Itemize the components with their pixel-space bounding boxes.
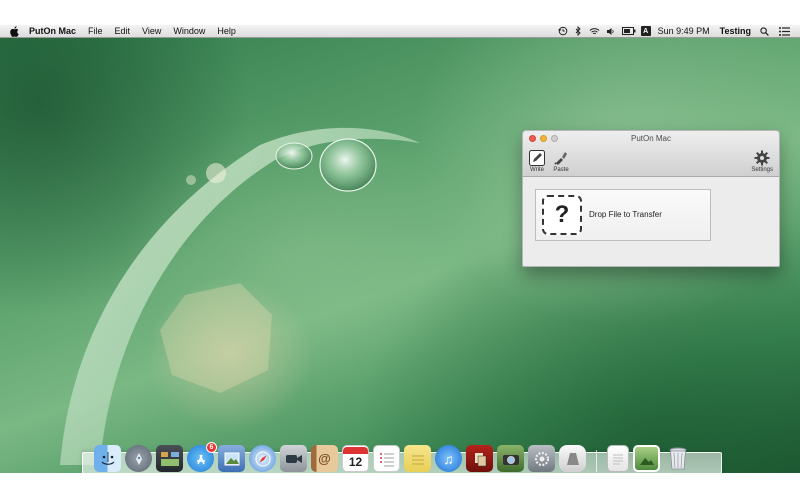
- puton-mac-icon[interactable]: [559, 445, 586, 477]
- contacts-icon[interactable]: @: [311, 445, 338, 472]
- dock: 6 @ 12 ♫: [82, 438, 722, 477]
- bottom-border: [0, 473, 800, 500]
- time-machine-icon[interactable]: [557, 25, 569, 38]
- volume-icon[interactable]: [605, 25, 617, 38]
- spotlight-search-icon[interactable]: [758, 25, 770, 38]
- notes-icon[interactable]: [404, 445, 431, 472]
- puton-mac-window: PutOn Mac Write Paste Settings ? Drop Fi…: [522, 130, 780, 267]
- menu-bar: PutOn Mac File Edit View Window Help A S…: [0, 0, 800, 38]
- downloads-stack-icon[interactable]: [633, 445, 660, 472]
- input-source-icon[interactable]: A: [640, 26, 651, 36]
- menu-view[interactable]: View: [136, 25, 167, 38]
- menu-file[interactable]: File: [82, 25, 109, 38]
- itunes-icon[interactable]: ♫: [435, 445, 462, 472]
- preview-icon[interactable]: [218, 445, 245, 472]
- iphoto-icon[interactable]: [497, 445, 524, 472]
- safari-icon[interactable]: [249, 445, 276, 472]
- facetime-icon[interactable]: [280, 445, 307, 472]
- app-store-icon[interactable]: 6: [187, 442, 217, 477]
- menu-edit[interactable]: Edit: [109, 25, 137, 38]
- drop-zone-label: Drop File to Transfer: [589, 210, 662, 219]
- window-title: PutOn Mac: [630, 134, 671, 143]
- calendar-icon[interactable]: 12: [342, 445, 369, 472]
- paste-brush-icon: [552, 149, 570, 166]
- settings-button[interactable]: Settings: [751, 149, 773, 173]
- menu-help[interactable]: Help: [211, 25, 242, 38]
- mission-control-icon[interactable]: [156, 445, 183, 472]
- dock-separator: [596, 450, 597, 472]
- paste-button[interactable]: Paste: [552, 149, 570, 173]
- gear-icon: [753, 149, 771, 166]
- trash-icon[interactable]: [664, 445, 691, 472]
- menu-clock[interactable]: Sun 9:49 PM: [653, 26, 715, 36]
- menu-user[interactable]: Testing: [715, 26, 756, 36]
- battery-icon[interactable]: [621, 25, 637, 38]
- apple-menu-icon[interactable]: [10, 25, 21, 38]
- documents-stack-icon[interactable]: [607, 445, 629, 472]
- photo-booth-icon[interactable]: [466, 445, 493, 472]
- finder-icon[interactable]: [94, 445, 121, 477]
- pencil-icon: [528, 149, 546, 166]
- menu-window[interactable]: Window: [167, 25, 211, 38]
- reminders-icon[interactable]: [373, 445, 400, 472]
- menu-app-name[interactable]: PutOn Mac: [23, 25, 82, 38]
- app-store-badge: 6: [206, 442, 217, 453]
- unknown-file-icon: ?: [542, 195, 582, 235]
- window-titlebar[interactable]: PutOn Mac Write Paste Settings: [523, 131, 779, 177]
- settings-label: Settings: [751, 167, 773, 173]
- system-preferences-icon[interactable]: [528, 445, 555, 472]
- paste-label: Paste: [553, 167, 569, 173]
- write-button[interactable]: Write: [528, 149, 546, 173]
- launchpad-icon[interactable]: [125, 445, 152, 472]
- file-drop-zone[interactable]: ? Drop File to Transfer: [535, 189, 711, 241]
- write-label: Write: [530, 167, 544, 173]
- bluetooth-icon[interactable]: [573, 25, 585, 38]
- wifi-icon[interactable]: [589, 25, 601, 38]
- notification-center-icon[interactable]: [778, 25, 790, 38]
- calendar-date: 12: [348, 455, 363, 469]
